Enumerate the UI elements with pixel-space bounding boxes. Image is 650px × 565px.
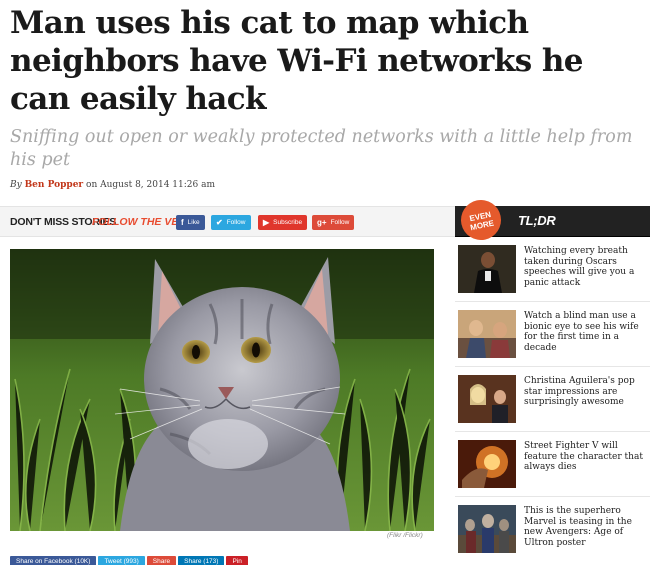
byline-prefix: By (10, 180, 22, 190)
byline: By Ben Popper on August 8, 2014 11:26 am (10, 180, 215, 190)
article-headline: Man uses his cat to map which neighbors … (10, 5, 583, 117)
facebook-like-button[interactable]: f Like (176, 215, 205, 230)
tweet-button[interactable]: Tweet (993) (98, 556, 145, 565)
youtube-subscribe-button[interactable]: ▶ Subscribe (258, 215, 308, 230)
pinterest-pin-button[interactable]: Pin (226, 556, 248, 565)
twitter-icon: ✔ (216, 218, 223, 227)
publish-date: on August 8, 2014 11:26 am (86, 180, 215, 190)
sidebar-story[interactable]: Street Fighter V will feature the charac… (455, 432, 650, 497)
story-thumbnail (458, 505, 516, 553)
story-title: Watch a blind man use a bionic eye to se… (524, 311, 639, 353)
linkedin-share-button[interactable]: Share (173) (178, 556, 225, 565)
sidebar-story[interactable]: This is the superhero Marvel is teasing … (455, 497, 650, 562)
story-title: Watching every breath taken during Oscar… (524, 246, 635, 288)
story-title: This is the superhero Marvel is teasing … (524, 506, 632, 548)
story-thumbnail (458, 375, 516, 423)
sidebar-story[interactable]: Watching every breath taken during Oscar… (455, 237, 650, 302)
sidebar-story[interactable]: Watch a blind man use a bionic eye to se… (455, 302, 650, 367)
facebook-icon: f (181, 218, 184, 227)
youtube-icon: ▶ (263, 218, 270, 227)
story-thumbnail (458, 440, 516, 488)
youtube-subscribe-label: Subscribe (273, 219, 303, 226)
hero-cat-photo (10, 249, 434, 531)
twitter-follow-button[interactable]: ✔ Follow (211, 215, 251, 230)
story-thumbnail (458, 245, 516, 293)
follow-bar: DON'T MISS STORIES FOLLOW THE VERGE f Li… (0, 206, 455, 237)
share-buttons-row: Share on Facebook (10K) Tweet (993) Shar… (10, 556, 248, 565)
author-link[interactable]: Ben Popper (25, 180, 84, 190)
twitter-follow-label: Follow (226, 219, 246, 226)
tldr-sidebar: Watching every breath taken during Oscar… (455, 237, 650, 565)
google-plus-follow-label: Follow (330, 219, 350, 226)
story-title: Street Fighter V will feature the charac… (524, 441, 643, 472)
google-plus-icon: g+ (317, 218, 327, 227)
story-title: Christina Aguilera's pop star impression… (524, 376, 635, 407)
tldr-title: TL;DR (518, 213, 556, 228)
google-plus-share-button[interactable]: Share (146, 556, 177, 565)
facebook-share-button[interactable]: Share on Facebook (10K) (10, 556, 97, 565)
facebook-like-label: Like (187, 219, 200, 226)
article-dek: Sniffing out open or weakly protected ne… (10, 127, 633, 170)
sidebar-story[interactable]: Christina Aguilera's pop star impression… (455, 367, 650, 432)
google-plus-follow-button[interactable]: g+ Follow (312, 215, 355, 230)
story-thumbnail (458, 310, 516, 358)
image-credit: (Flikr /Flickr) (387, 532, 423, 539)
